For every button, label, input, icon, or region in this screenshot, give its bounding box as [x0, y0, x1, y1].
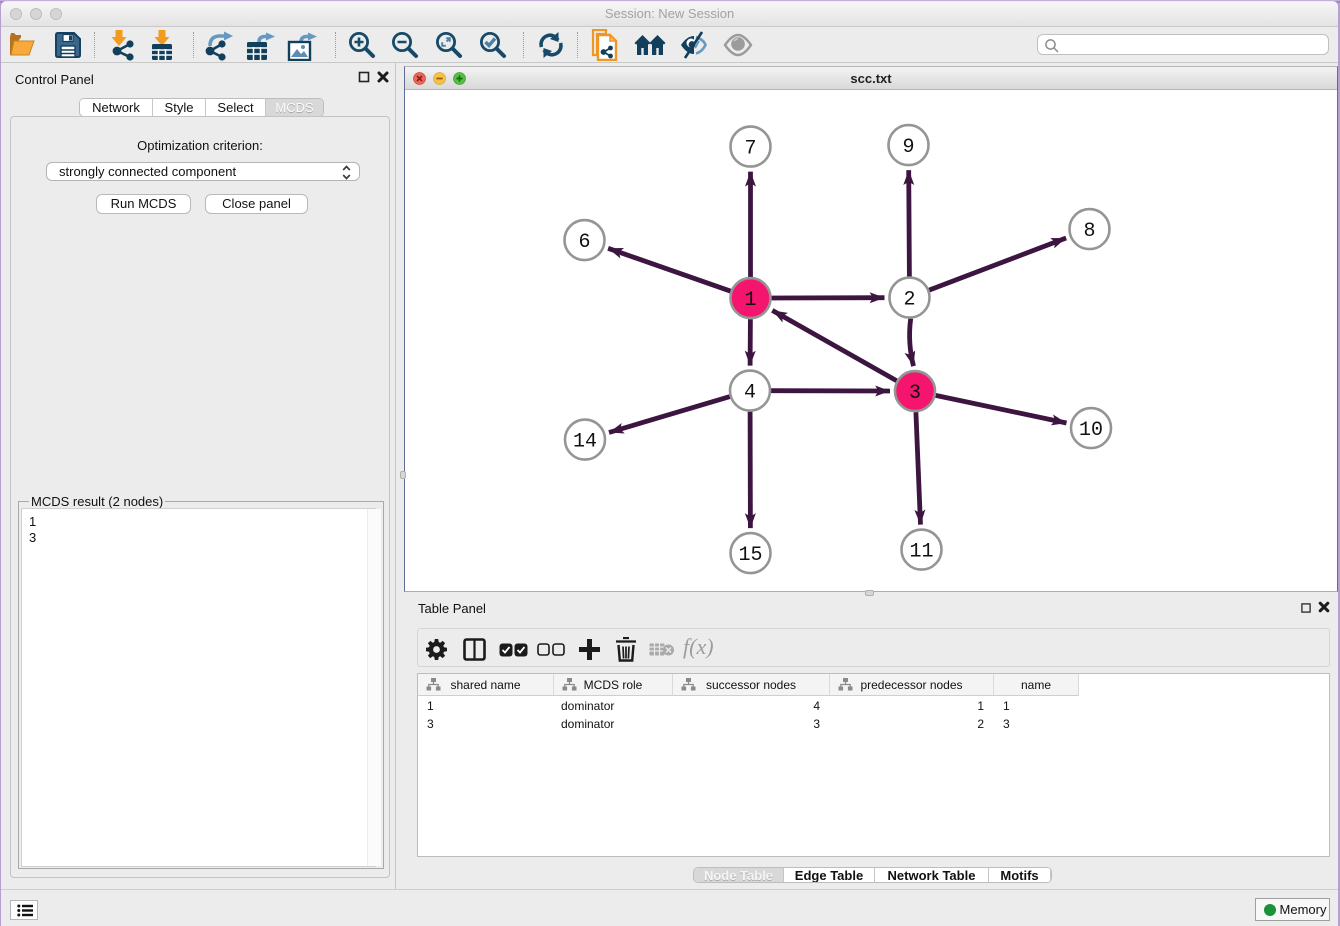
svg-text:2: 2	[903, 289, 915, 312]
svg-text:9: 9	[902, 136, 914, 159]
svg-text:15: 15	[738, 544, 762, 567]
svg-text:3: 3	[909, 382, 921, 405]
svg-text:4: 4	[744, 382, 756, 405]
svg-text:8: 8	[1083, 220, 1095, 243]
svg-text:6: 6	[578, 231, 590, 254]
svg-text:10: 10	[1079, 419, 1103, 442]
svg-text:14: 14	[573, 431, 597, 454]
svg-text:11: 11	[909, 541, 933, 564]
svg-text:7: 7	[744, 138, 756, 161]
svg-text:1: 1	[744, 289, 756, 312]
